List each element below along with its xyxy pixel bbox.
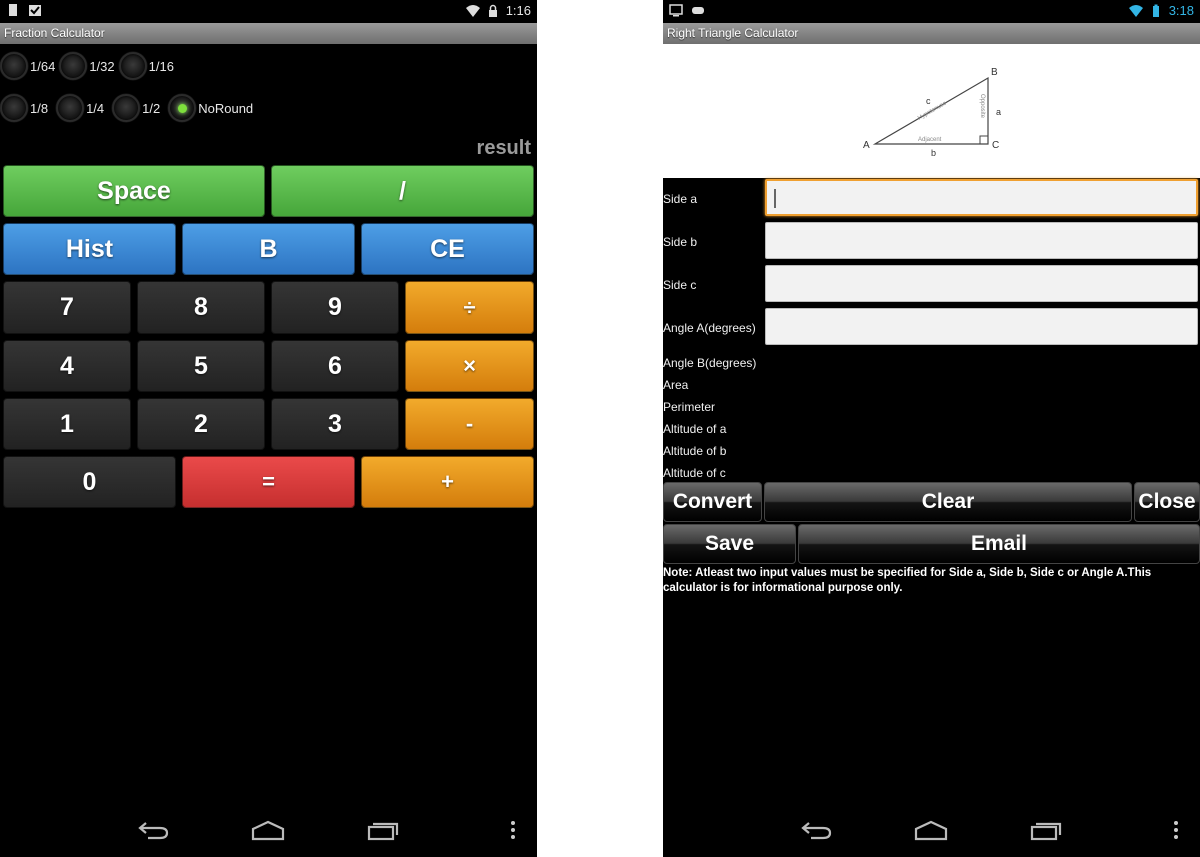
app-title: Fraction Calculator [0, 23, 537, 44]
altitude-c-output-label: Altitude of c [663, 466, 726, 480]
checkbox-notification-icon [29, 5, 41, 16]
recent-apps-icon[interactable] [367, 819, 401, 841]
lock-icon [488, 4, 497, 17]
vertex-a-label: A [863, 140, 870, 151]
digit-4-button[interactable]: 4 [3, 340, 131, 392]
digit-3-button[interactable]: 3 [271, 398, 399, 450]
divide-button[interactable]: ÷ [405, 281, 534, 334]
angle-a-input[interactable] [765, 308, 1198, 345]
status-clock: 1:16 [505, 3, 531, 18]
home-icon[interactable] [251, 819, 285, 841]
digit-5-button[interactable]: 5 [137, 340, 265, 392]
home-icon[interactable] [914, 819, 948, 841]
radio-button-icon [56, 94, 85, 122]
plus-button[interactable]: + [361, 456, 534, 508]
radio-no-round[interactable]: NoRound [168, 94, 253, 122]
digit-0-button[interactable]: 0 [3, 456, 176, 508]
right-triangle-calculator-screen: 3:18 Right Triangle Calculator A B C a b… [663, 0, 1200, 857]
overflow-menu-icon[interactable] [1172, 819, 1180, 841]
triangle-diagram: A B C a b c Hypotenuse Opposite Adjacent [663, 44, 1200, 178]
radio-button-icon [59, 52, 88, 80]
side-b-input[interactable] [765, 222, 1198, 259]
battery-icon [1152, 4, 1159, 17]
side-c-label: Side c [663, 278, 697, 292]
overflow-menu-icon[interactable] [509, 819, 517, 841]
side-b-label: Side b [663, 235, 698, 249]
perimeter-output-label: Perimeter [663, 400, 716, 414]
side-a-label: a [996, 107, 1001, 117]
digit-7-button[interactable]: 7 [3, 281, 131, 334]
slash-button[interactable]: / [271, 165, 534, 217]
navigation-bar [663, 805, 1200, 857]
monitor-icon [669, 4, 683, 17]
fraction-calculator-screen: 1:16 Fraction Calculator 1/64 1/32 1/16 … [0, 0, 537, 857]
right-triangle-diagram: A B C a b c Hypotenuse Opposite Adjacent [863, 67, 1001, 158]
minus-button[interactable]: - [405, 398, 534, 450]
area-output-label: Area [663, 378, 689, 392]
radio-selected-icon [168, 94, 197, 122]
text-cursor [774, 189, 776, 208]
vertex-c-label: C [992, 140, 999, 151]
rounding-options-row-2: 1/8 1/4 1/2 NoRound [0, 94, 257, 122]
side-b-label: b [931, 148, 936, 158]
rounding-options-row-1: 1/64 1/32 1/16 [0, 52, 178, 80]
app-title: Right Triangle Calculator [663, 23, 1200, 44]
result-display: result [476, 137, 531, 159]
radio-1-4[interactable]: 1/4 [56, 94, 104, 122]
b-button[interactable]: B [182, 223, 355, 275]
digit-9-button[interactable]: 9 [271, 281, 399, 334]
radio-1-32[interactable]: 1/32 [59, 52, 115, 80]
altitude-b-output-label: Altitude of b [663, 444, 727, 458]
back-icon[interactable] [138, 819, 170, 841]
multiply-button[interactable]: × [405, 340, 534, 392]
vertex-b-label: B [991, 67, 998, 78]
radio-button-icon [0, 52, 28, 80]
status-bar: 3:18 [663, 0, 1200, 22]
gamepad-icon [692, 7, 704, 14]
back-icon[interactable] [801, 819, 833, 841]
digit-2-button[interactable]: 2 [137, 398, 265, 450]
radio-button-icon [0, 94, 28, 122]
side-a-input[interactable] [765, 179, 1198, 216]
hypotenuse-label: Hypotenuse [917, 100, 948, 122]
digit-1-button[interactable]: 1 [3, 398, 131, 450]
side-c-label: c [926, 96, 931, 106]
recent-apps-icon[interactable] [1030, 819, 1064, 841]
radio-button-icon [112, 94, 141, 122]
angle-b-output-label: Angle B(degrees) [663, 356, 757, 370]
side-a-label: Side a [663, 192, 698, 206]
angle-a-label: Angle A(degrees) [663, 321, 756, 335]
email-button[interactable]: Email [798, 524, 1200, 564]
hist-button[interactable]: Hist [3, 223, 176, 275]
ce-button[interactable]: CE [361, 223, 534, 275]
convert-button[interactable]: Convert [663, 482, 762, 522]
wifi-icon [465, 5, 480, 17]
space-button[interactable]: Space [3, 165, 265, 217]
altitude-a-output-label: Altitude of a [663, 422, 727, 436]
status-bar: 1:16 [0, 0, 537, 22]
radio-1-2[interactable]: 1/2 [112, 94, 160, 122]
radio-button-icon [118, 52, 147, 80]
equals-button[interactable]: = [182, 456, 355, 508]
opposite-label: Opposite [979, 94, 985, 119]
save-button[interactable]: Save [663, 524, 796, 564]
radio-1-8[interactable]: 1/8 [0, 94, 48, 122]
adjacent-label: Adjacent [918, 137, 942, 143]
wifi-icon [1128, 5, 1143, 17]
close-button[interactable]: Close [1134, 482, 1200, 522]
radio-1-64[interactable]: 1/64 [0, 52, 55, 80]
disclaimer-note: Note: Atleast two input values must be s… [663, 567, 1152, 594]
navigation-bar [0, 805, 537, 857]
digit-8-button[interactable]: 8 [137, 281, 265, 334]
radio-1-16[interactable]: 1/16 [118, 52, 174, 80]
clear-button[interactable]: Clear [764, 482, 1132, 522]
battery-icon [9, 4, 17, 16]
side-c-input[interactable] [765, 265, 1198, 302]
status-clock: 3:18 [1168, 3, 1194, 18]
digit-6-button[interactable]: 6 [271, 340, 399, 392]
